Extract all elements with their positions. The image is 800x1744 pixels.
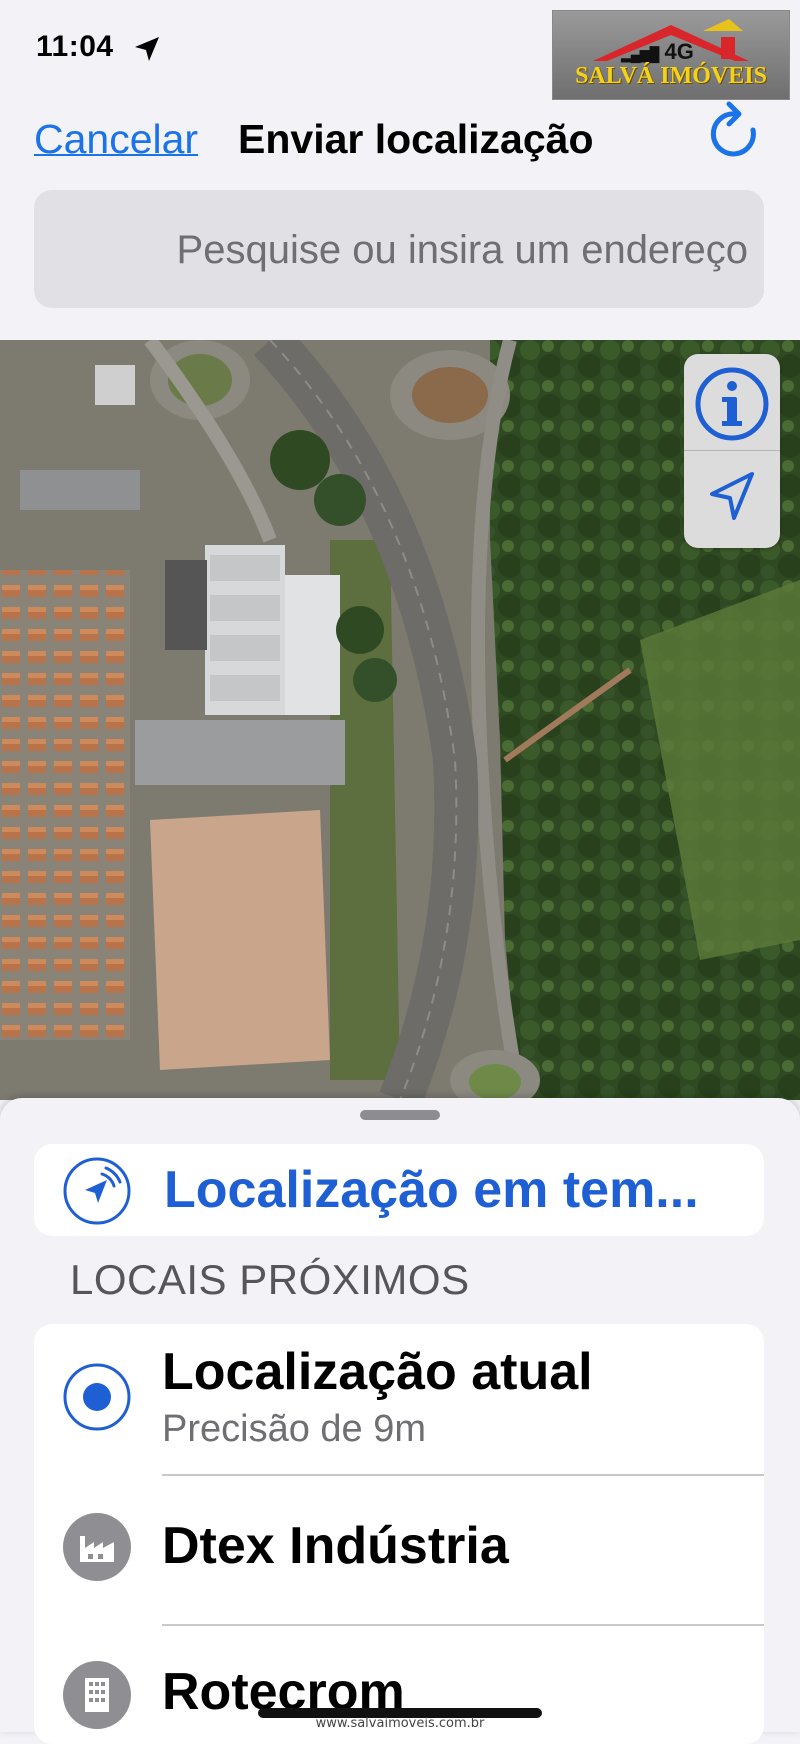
satellite-map	[0, 340, 800, 1100]
current-location-icon	[63, 1363, 131, 1431]
status-time: 11:04	[36, 30, 114, 63]
live-location-icon	[63, 1157, 131, 1225]
live-location-label: Localização em tem...	[164, 1161, 699, 1219]
map-controls-divider	[684, 450, 780, 451]
map-controls	[684, 354, 780, 548]
refresh-icon[interactable]	[706, 100, 764, 168]
page-title: Enviar localização	[238, 116, 594, 162]
bottom-sheet: Localização em tem... LOCAIS PRÓXIMOS Lo…	[0, 1098, 800, 1744]
cancel-button[interactable]: Cancelar	[34, 116, 198, 163]
place-subtitle: Precisão de 9m	[162, 1408, 427, 1450]
nearby-places-list: Localização atual Precisão de 9m Dtex In…	[34, 1324, 764, 1744]
place-name: Dtex Indústria	[162, 1517, 509, 1575]
search-placeholder: Pesquise ou insira um endereço	[176, 228, 748, 272]
list-item[interactable]: Dtex Indústria	[34, 1476, 764, 1626]
search-input[interactable]: Pesquise ou insira um endereço	[34, 190, 764, 308]
list-item[interactable]: Localização atual Precisão de 9m	[34, 1324, 764, 1476]
network-type: ▂▄▆█ 4G	[621, 39, 694, 64]
watermark-brand: SALVÁ IMÓVEIS	[575, 63, 767, 89]
place-name: Localização atual	[162, 1343, 593, 1401]
section-header-nearby: LOCAIS PRÓXIMOS	[70, 1256, 470, 1303]
status-bar: 11:04 ▂▄▆█ 4G SALVÁ IMÓVEIS	[0, 0, 800, 100]
watermark-url: www.salvaimoveis.com.br	[315, 1716, 485, 1731]
map-view[interactable]	[0, 340, 800, 1100]
watermark-logo: ▂▄▆█ 4G SALVÁ IMÓVEIS	[552, 10, 790, 100]
factory-icon	[63, 1513, 131, 1581]
location-arrow-icon[interactable]	[704, 466, 760, 528]
nav-bar: Cancelar Enviar localização	[0, 100, 800, 180]
info-icon[interactable]	[692, 364, 772, 444]
sheet-grabber[interactable]	[360, 1110, 440, 1120]
live-location-button[interactable]: Localização em tem...	[34, 1144, 764, 1236]
location-services-icon	[135, 37, 159, 61]
